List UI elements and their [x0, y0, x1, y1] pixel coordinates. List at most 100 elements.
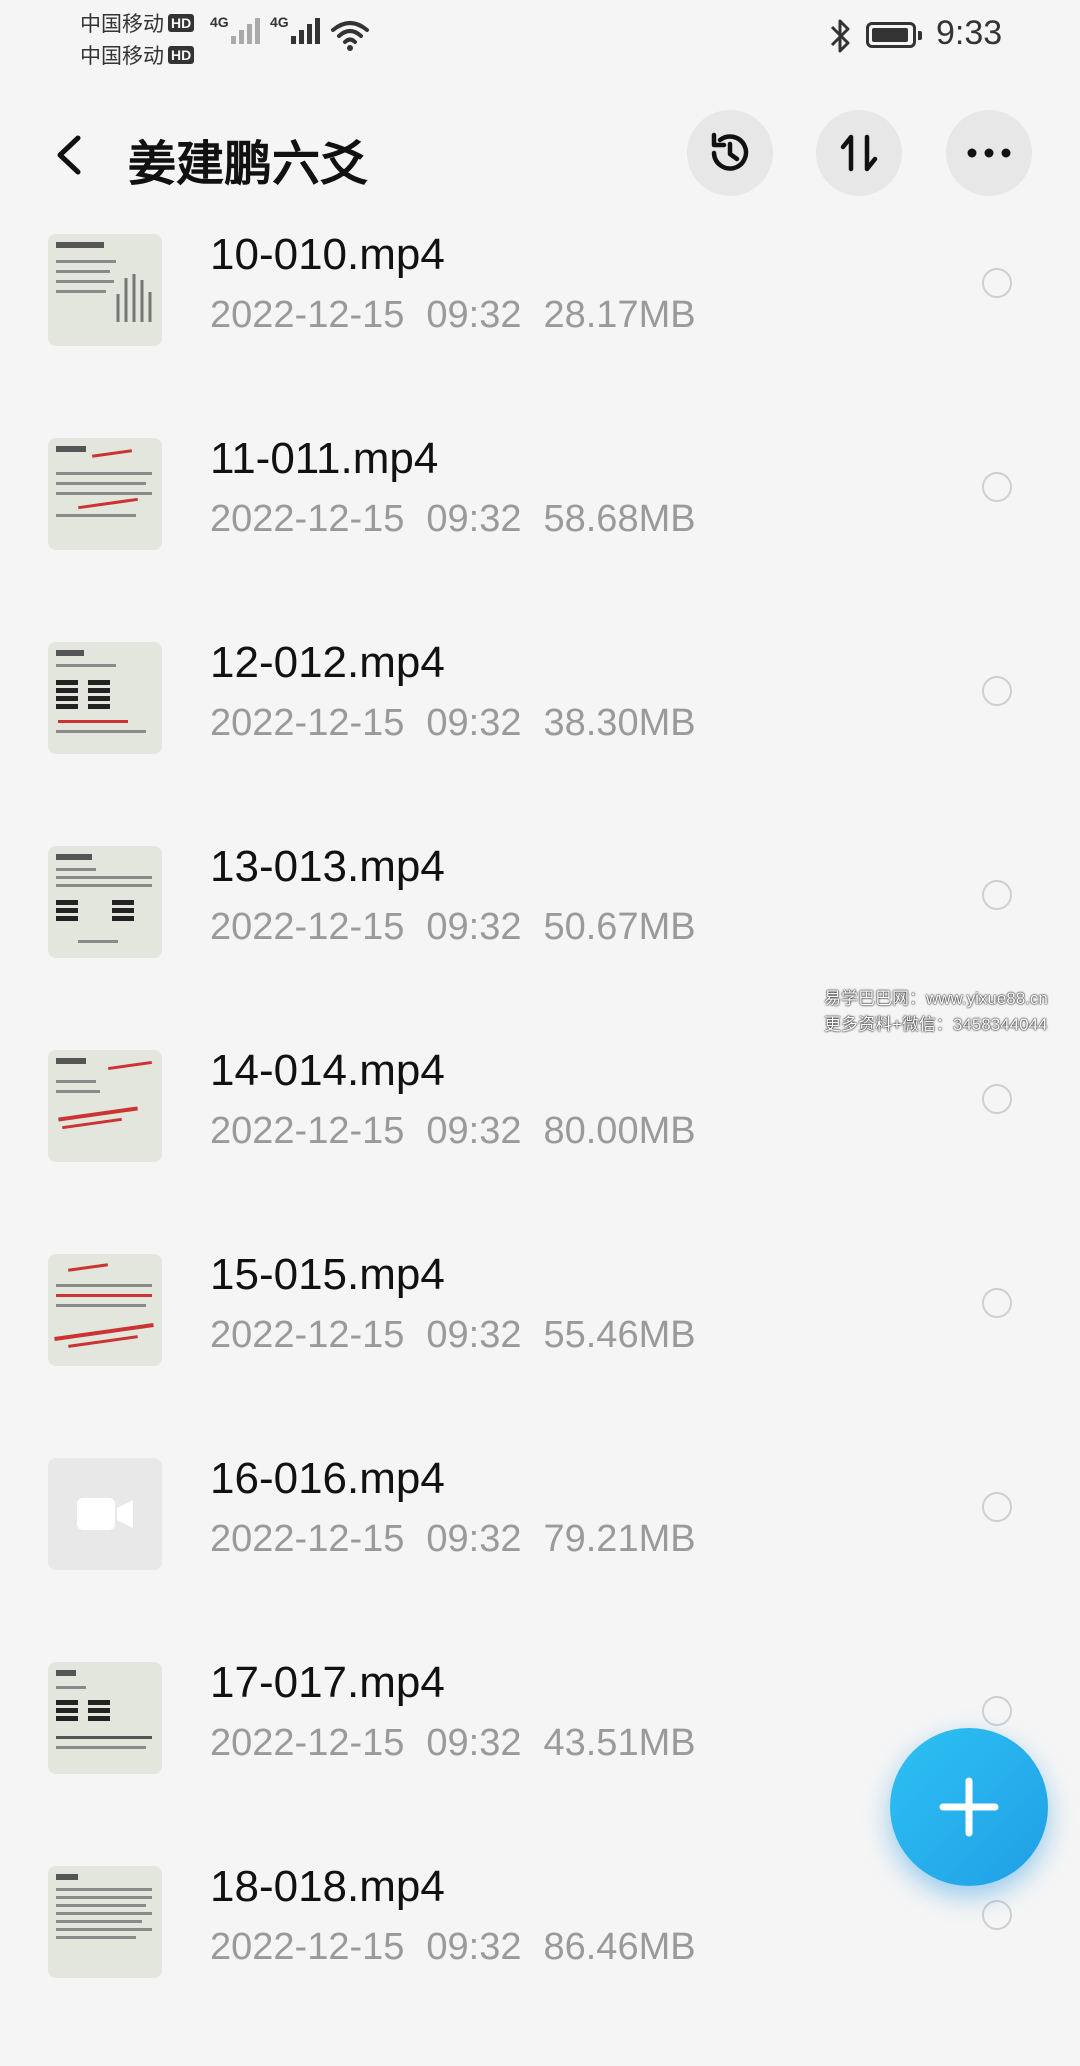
video-camera-icon	[77, 1498, 133, 1530]
file-size: 55.46MB	[543, 1314, 696, 1356]
video-thumbnail	[48, 1254, 162, 1366]
file-time: 09:32	[426, 906, 522, 948]
file-time: 09:32	[426, 1926, 522, 1968]
file-name: 13-013.mp4	[210, 842, 445, 891]
network-type-2: 4G	[270, 14, 289, 30]
file-meta: 2022-12-15 09:32 79.21MB	[210, 1518, 718, 1561]
file-name: 10-010.mp4	[210, 230, 445, 279]
video-thumbnail	[48, 1050, 162, 1162]
carrier-2: 中国移动 HD	[80, 40, 195, 70]
file-date: 2022-12-15	[210, 1518, 405, 1560]
select-radio[interactable]	[982, 1288, 1012, 1318]
file-time: 09:32	[426, 702, 522, 744]
select-radio[interactable]	[982, 1084, 1012, 1114]
file-row[interactable]: 16-016.mp4 2022-12-15 09:32 79.21MB	[0, 1454, 1080, 1658]
file-name: 17-017.mp4	[210, 1658, 445, 1707]
file-size: 86.46MB	[543, 1926, 696, 1968]
select-radio[interactable]	[982, 268, 1012, 298]
file-size: 50.67MB	[543, 906, 696, 948]
file-time: 09:32	[426, 1722, 522, 1764]
file-row[interactable]: 10-010.mp4 2022-12-15 09:32 28.17MB	[0, 230, 1080, 434]
file-size: 28.17MB	[543, 294, 696, 336]
file-size: 79.21MB	[543, 1518, 696, 1560]
file-date: 2022-12-15	[210, 294, 405, 336]
file-date: 2022-12-15	[210, 1314, 405, 1356]
hd-badge: HD	[168, 46, 195, 64]
status-time: 9:33	[936, 14, 1003, 52]
watermark-line-2: 更多资料+微信：3458344044	[824, 1015, 1048, 1034]
sort-button[interactable]	[816, 110, 902, 196]
file-date: 2022-12-15	[210, 906, 405, 948]
battery-icon	[866, 22, 922, 48]
video-thumbnail	[48, 1866, 162, 1978]
file-row[interactable]: 12-012.mp4 2022-12-15 09:32 38.30MB	[0, 638, 1080, 842]
file-date: 2022-12-15	[210, 1722, 405, 1764]
video-thumbnail	[48, 438, 162, 550]
back-button[interactable]	[46, 130, 96, 180]
bluetooth-icon	[830, 19, 850, 53]
file-size: 38.30MB	[543, 702, 696, 744]
file-row[interactable]: 14-014.mp4 2022-12-15 09:32 80.00MB	[0, 1046, 1080, 1250]
carrier-1-name: 中国移动	[80, 13, 164, 36]
video-thumbnail	[48, 1458, 162, 1570]
video-thumbnail	[48, 642, 162, 754]
sort-icon	[840, 134, 878, 172]
more-button[interactable]	[946, 110, 1032, 196]
file-row[interactable]: 15-015.mp4 2022-12-15 09:32 55.46MB	[0, 1250, 1080, 1454]
file-date: 2022-12-15	[210, 1926, 405, 1968]
network-type-1: 4G	[210, 14, 229, 30]
file-meta: 2022-12-15 09:32 86.46MB	[210, 1926, 718, 1969]
select-radio[interactable]	[982, 1492, 1012, 1522]
wifi-icon	[331, 21, 369, 51]
file-time: 09:32	[426, 1314, 522, 1356]
file-time: 09:32	[426, 498, 522, 540]
file-name: 18-018.mp4	[210, 1862, 445, 1911]
file-name: 11-011.mp4	[210, 434, 439, 483]
watermark-line-1: 易学巴巴网：www.yixue88.cn	[824, 989, 1048, 1008]
carrier-1: 中国移动 HD	[80, 8, 195, 38]
status-bar: 中国移动 HD 中国移动 HD 4G 4G 9:33	[0, 0, 1080, 70]
select-radio[interactable]	[982, 1696, 1012, 1726]
video-thumbnail	[48, 846, 162, 958]
video-thumbnail	[48, 234, 162, 346]
signal-bars-icon: 4G	[210, 14, 263, 44]
file-time: 09:32	[426, 294, 522, 336]
file-name: 12-012.mp4	[210, 638, 445, 687]
watermark: 易学巴巴网：www.yixue88.cn 更多资料+微信：3458344044	[824, 986, 1074, 1038]
history-button[interactable]	[687, 110, 773, 196]
file-size: 58.68MB	[543, 498, 696, 540]
carrier-2-name: 中国移动	[80, 45, 164, 68]
page-title: 姜建鹏六爻	[128, 138, 369, 191]
file-meta: 2022-12-15 09:32 58.68MB	[210, 498, 718, 541]
select-radio[interactable]	[982, 676, 1012, 706]
plus-icon	[939, 1777, 999, 1837]
file-time: 09:32	[426, 1518, 522, 1560]
file-meta: 2022-12-15 09:32 38.30MB	[210, 702, 718, 745]
signal-bars-icon: 4G	[270, 14, 323, 44]
file-meta: 2022-12-15 09:32 50.67MB	[210, 906, 718, 949]
file-name: 15-015.mp4	[210, 1250, 445, 1299]
file-name: 16-016.mp4	[210, 1454, 445, 1503]
more-icon	[967, 148, 1011, 158]
file-row[interactable]: 11-011.mp4 2022-12-15 09:32 58.68MB	[0, 434, 1080, 638]
video-thumbnail	[48, 1662, 162, 1774]
file-date: 2022-12-15	[210, 498, 405, 540]
file-time: 09:32	[426, 1110, 522, 1152]
file-size: 80.00MB	[543, 1110, 696, 1152]
file-meta: 2022-12-15 09:32 43.51MB	[210, 1722, 718, 1765]
hd-badge: HD	[168, 14, 195, 32]
file-meta: 2022-12-15 09:32 55.46MB	[210, 1314, 718, 1357]
file-meta: 2022-12-15 09:32 28.17MB	[210, 294, 718, 337]
file-size: 43.51MB	[543, 1722, 696, 1764]
select-radio[interactable]	[982, 472, 1012, 502]
file-date: 2022-12-15	[210, 702, 405, 744]
select-radio[interactable]	[982, 1900, 1012, 1930]
file-date: 2022-12-15	[210, 1110, 405, 1152]
file-row[interactable]: 18-018.mp4 2022-12-15 09:32 86.46MB	[0, 1862, 1080, 2066]
history-icon	[711, 132, 749, 171]
chevron-left-icon	[57, 135, 81, 175]
add-fab-button[interactable]	[890, 1728, 1048, 1886]
select-radio[interactable]	[982, 880, 1012, 910]
file-meta: 2022-12-15 09:32 80.00MB	[210, 1110, 718, 1153]
file-name: 14-014.mp4	[210, 1046, 445, 1095]
